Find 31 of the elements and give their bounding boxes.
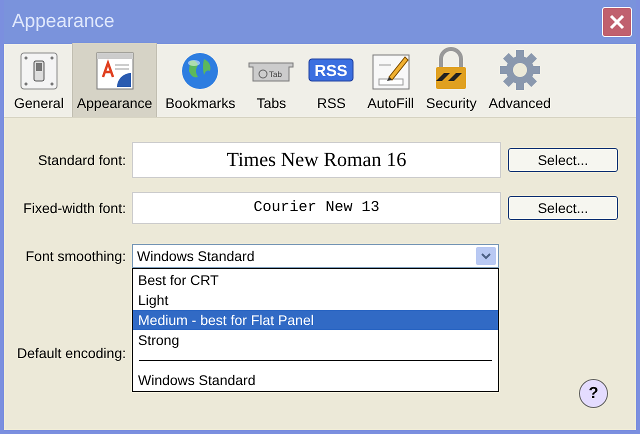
globe-icon: [180, 51, 220, 91]
fixed-width-font-field: Courier New 13: [132, 192, 501, 224]
toolbar-tab[interactable]: Appearance: [72, 43, 158, 117]
toolbar-tab[interactable]: AutoFill: [363, 43, 418, 117]
toolbar-tab[interactable]: Advanced: [484, 43, 555, 117]
toolbar-tab[interactable]: RSS RSS: [303, 43, 360, 117]
field-label: Font smoothing:: [24, 246, 127, 266]
field-label: Standard font:: [37, 150, 127, 170]
toolbar-tab[interactable]: Security: [422, 43, 481, 117]
switch-icon: [18, 51, 59, 91]
standard-font-field: Times New Roman 16: [132, 142, 501, 178]
caret-icon: [481, 252, 491, 260]
toolbar-tab[interactable]: Tab Tabs: [243, 43, 300, 117]
dropdown-option[interactable]: Light: [133, 290, 498, 310]
window-title: Appearance: [12, 10, 114, 34]
field-label: Default encoding:: [16, 344, 127, 363]
close-icon: [609, 14, 625, 30]
dropdown-option[interactable]: Windows Standard: [133, 370, 498, 390]
document-icon: [94, 51, 135, 91]
close-button[interactable]: [602, 7, 632, 37]
gear-icon: [498, 49, 541, 91]
select-button[interactable]: Select...: [508, 196, 618, 220]
help-button[interactable]: ?: [579, 379, 608, 408]
field-label: Fixed-width font:: [22, 198, 127, 218]
font-smoothing-dropdown[interactable]: Windows Standard: [132, 244, 499, 268]
toolbar-tab[interactable]: General: [10, 43, 68, 117]
dropdown-option[interactable]: Best for CRT: [133, 270, 498, 290]
select-button[interactable]: Select...: [508, 148, 618, 172]
dropdown-option[interactable]: Strong: [133, 330, 498, 350]
toolbar-tab[interactable]: Bookmarks: [161, 43, 240, 117]
dropdown-option[interactable]: Medium - best for Flat Panel: [133, 310, 498, 330]
